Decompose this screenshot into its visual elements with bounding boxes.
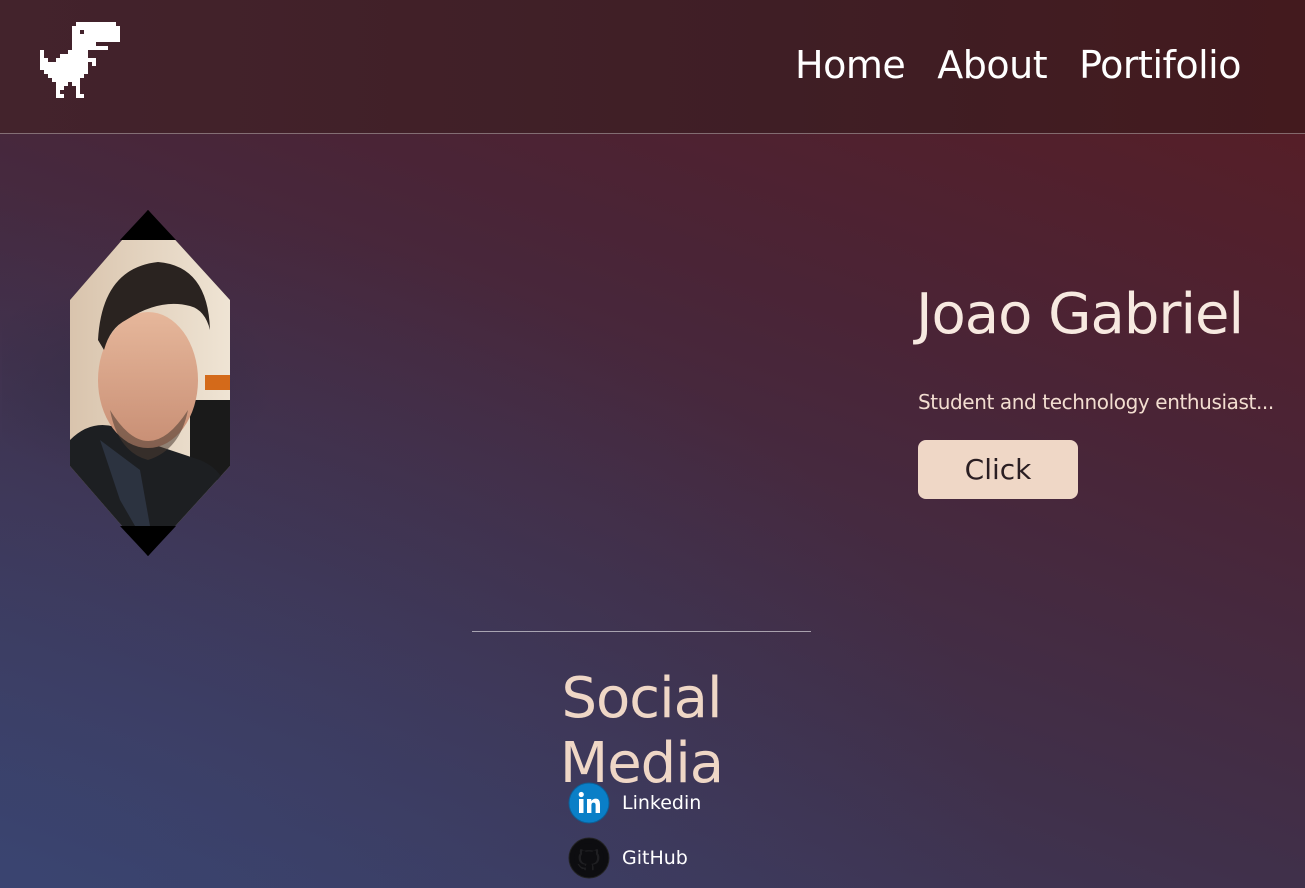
click-button[interactable]: Click [918,440,1078,499]
dino-logo-icon[interactable] [40,22,120,106]
linkedin-label: Linkedin [622,792,702,814]
hero-name: Joao Gabriel [916,282,1244,347]
linkedin-icon [568,782,610,824]
linkedin-link[interactable]: Linkedin [568,782,701,824]
nav-home[interactable]: Home [795,38,906,92]
profile-photo [70,210,230,556]
section-divider [472,631,811,632]
main-nav: Home About Portifolio [795,38,1241,92]
github-link[interactable]: GitHub [568,837,688,879]
nav-about[interactable]: About [937,38,1047,92]
social-media-title: Social Media [559,666,724,796]
github-label: GitHub [622,847,688,869]
github-icon [568,837,610,879]
nav-portfolio[interactable]: Portifolio [1079,38,1241,92]
hero-tagline: Student and technology enthusiast... [918,390,1274,414]
site-header: Home About Portifolio [0,0,1305,134]
